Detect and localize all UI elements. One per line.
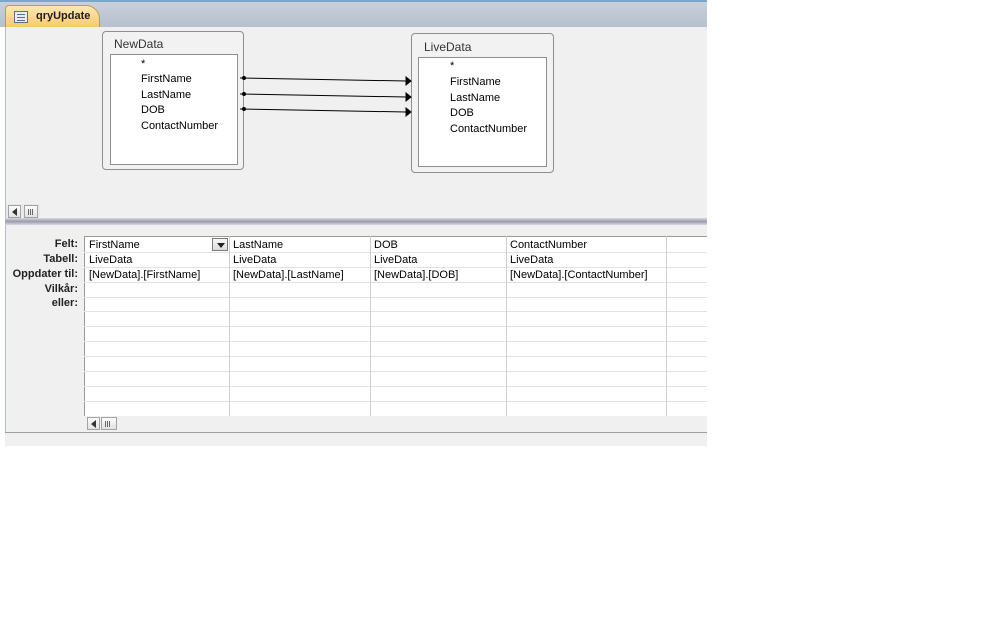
join-line-dob xyxy=(239,108,407,113)
row-label-tabell: Tabell: xyxy=(43,253,78,265)
scroll-left-button[interactable] xyxy=(8,205,21,218)
join-line-firstname xyxy=(239,77,407,82)
join-arrow-dob xyxy=(405,106,412,118)
join-end-firstname xyxy=(242,76,246,80)
grid-row-line xyxy=(84,311,707,312)
grid-row-line xyxy=(84,356,707,357)
scroll-thumb[interactable] xyxy=(101,417,117,430)
grid-row-line xyxy=(84,252,707,253)
join-arrow-lastname xyxy=(405,91,412,103)
grid-row-line xyxy=(84,401,707,402)
row-label-eller: eller: xyxy=(51,297,78,309)
grid-horizontal-scrollbar[interactable] xyxy=(85,416,707,432)
grid-column-line xyxy=(229,236,230,416)
grid-cell-field[interactable]: LastName xyxy=(233,239,283,251)
grid-row-line xyxy=(84,326,707,327)
grid-row-line xyxy=(84,371,707,372)
grid-row-line xyxy=(84,267,707,268)
grid-column-line xyxy=(506,236,507,416)
grid-cell-table[interactable]: LiveData xyxy=(89,254,132,266)
grid-cell-update-to[interactable]: [NewData].[DOB] xyxy=(374,269,458,281)
grid-cell-update-to[interactable]: [NewData].[LastName] xyxy=(233,269,344,281)
grid-cell-update-to[interactable]: [NewData].[FirstName] xyxy=(89,269,200,281)
grid-row-line xyxy=(84,282,707,283)
grid-cell-table[interactable]: LiveData xyxy=(374,254,417,266)
join-end-dob xyxy=(242,107,246,111)
grid-column-line xyxy=(370,236,371,416)
grid-cell-field[interactable]: FirstName xyxy=(89,239,140,251)
query-design-window: qryUpdate NewData * FirstName LastName D… xyxy=(0,0,707,446)
pane-splitter[interactable] xyxy=(5,218,707,225)
field-dropdown-button[interactable] xyxy=(212,238,228,251)
grid-row-line xyxy=(84,341,707,342)
scroll-thumb[interactable] xyxy=(24,205,38,218)
grid-cell-field[interactable]: DOB xyxy=(374,239,398,251)
grid-cell-table[interactable]: LiveData xyxy=(510,254,553,266)
grid-column-line xyxy=(666,236,667,416)
row-label-oppdater-til: Oppdater til: xyxy=(12,268,78,280)
pane-bottom xyxy=(5,433,707,446)
row-label-vilkar: Vilkår: xyxy=(44,283,78,295)
grid-row-line xyxy=(84,297,707,298)
scroll-left-button[interactable] xyxy=(87,417,100,430)
table-diagram-pane[interactable]: NewData * FirstName LastName DOB Contact… xyxy=(5,27,707,218)
join-end-lastname xyxy=(242,92,246,96)
grid-cell-table[interactable]: LiveData xyxy=(233,254,276,266)
row-label-felt: Felt: xyxy=(54,238,78,250)
diagram-horizontal-scrollbar[interactable] xyxy=(6,204,40,218)
join-line-lastname xyxy=(239,93,407,98)
grid-cell-update-to[interactable]: [NewData].[ContactNumber] xyxy=(510,269,648,281)
query-icon xyxy=(14,11,28,23)
grid-cell-field[interactable]: ContactNumber xyxy=(510,239,587,251)
join-lines xyxy=(239,75,412,118)
grid-row-line xyxy=(84,386,707,387)
document-tab-label: qryUpdate xyxy=(36,10,91,22)
join-arrow-firstname xyxy=(405,75,412,87)
document-tab-qryupdate[interactable]: qryUpdate xyxy=(5,5,100,29)
document-tab-strip: qryUpdate xyxy=(0,0,707,29)
